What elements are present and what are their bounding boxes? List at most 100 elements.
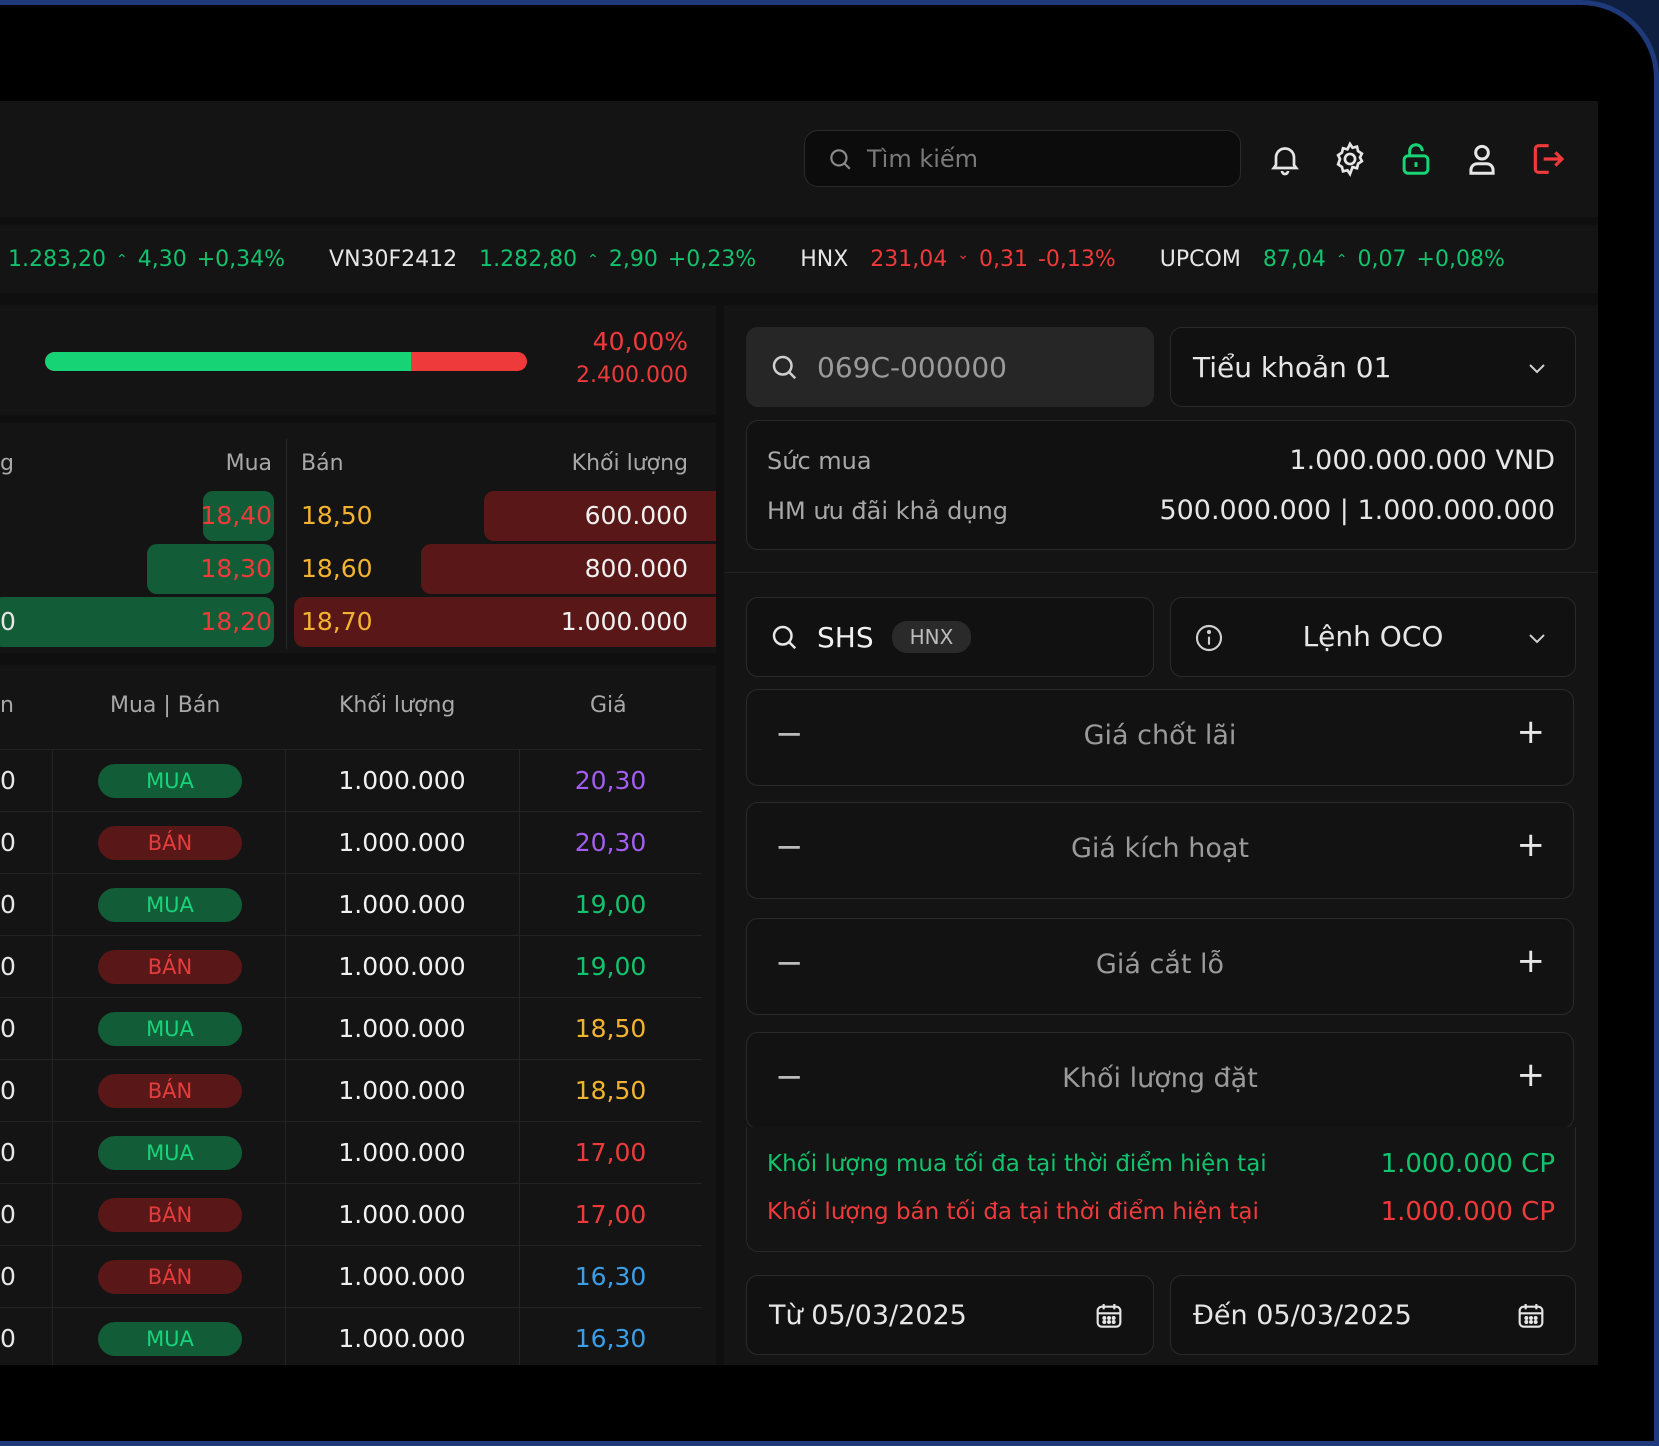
side-badge: BÁN xyxy=(98,1260,242,1294)
search-icon xyxy=(772,355,797,380)
account-id: 069C-000000 xyxy=(817,350,1007,384)
plus-icon[interactable]: + xyxy=(1517,1055,1546,1095)
ticker-item-vn[interactable]: 1.283,20 ⌃ 4,30 +0,34% xyxy=(8,247,295,272)
trade-price: 18,50 xyxy=(574,1076,647,1105)
ob-buy-price[interactable]: 18,20 xyxy=(196,607,272,636)
col-divider xyxy=(52,1184,53,1246)
order-book-row[interactable]: 18,30 18,60 800.000 xyxy=(0,544,716,594)
ob-sell-price[interactable]: 18,50 xyxy=(301,501,373,530)
plus-icon[interactable]: + xyxy=(1517,712,1546,752)
ticker-change: 4,30 xyxy=(137,246,187,272)
calendar-icon[interactable] xyxy=(1093,1300,1125,1332)
side-badge: MUA xyxy=(98,888,242,922)
trade-price: 16,30 xyxy=(574,1324,647,1353)
ticker-pct: -0,13% xyxy=(1037,246,1116,272)
calendar-icon[interactable] xyxy=(1515,1300,1547,1332)
ob-header-left: g xyxy=(0,451,14,476)
account-info-card: Sức mua 1.000.000.000 VND HM ưu đãi khả … xyxy=(746,420,1576,550)
ob-sell-price[interactable]: 18,70 xyxy=(301,607,373,636)
trade-volume: 1.000.000 xyxy=(338,890,466,919)
col-divider xyxy=(52,936,53,998)
unlock-icon[interactable] xyxy=(1394,137,1438,181)
trade-price: 20,30 xyxy=(574,766,647,795)
search-icon xyxy=(830,148,851,170)
stepper-label: Khối lượng đặt xyxy=(1062,1063,1258,1094)
trade-price: 16,30 xyxy=(574,1262,647,1291)
trade-price: 19,00 xyxy=(574,952,647,981)
ob-header-volume: Khối lượng xyxy=(571,451,688,476)
search-placeholder: Tìm kiếm xyxy=(867,144,979,173)
trade-time: 0 xyxy=(0,1138,16,1167)
plus-icon[interactable]: + xyxy=(1517,941,1546,981)
ticker-value: 1.283,20 xyxy=(8,246,106,272)
ratio-bar xyxy=(45,352,527,371)
table-row[interactable]: 0 MUA 1.000.000 18,50 xyxy=(0,997,702,1060)
divider xyxy=(724,572,1598,573)
ticker-name: UPCOM xyxy=(1159,246,1241,272)
table-row[interactable]: 0 MUA 1.000.000 19,00 xyxy=(0,873,702,936)
chevron-down-icon xyxy=(1529,634,1545,644)
ob-header-buy: Mua xyxy=(225,451,272,476)
sub-account-select[interactable]: Tiểu khoản 01 xyxy=(1170,327,1576,407)
table-row[interactable]: 0 MUA 1.000.000 17,00 xyxy=(0,1121,702,1184)
bell-icon[interactable] xyxy=(1263,137,1307,181)
order-type-select[interactable]: Lệnh OCO xyxy=(1170,597,1576,677)
trade-time: 0 xyxy=(0,1262,16,1291)
down-arrow-icon: ⌄ xyxy=(957,246,969,263)
symbol-input[interactable]: SHS HNX xyxy=(746,597,1154,677)
ob-header-sell: Bán xyxy=(301,451,344,476)
side-badge: BÁN xyxy=(98,1198,242,1232)
trade-time: 0 xyxy=(0,1014,16,1043)
up-arrow-icon: ⌃ xyxy=(115,251,128,268)
table-row[interactable]: 0 BÁN 1.000.000 16,30 xyxy=(0,1245,702,1308)
th-time: n xyxy=(0,693,14,718)
order-book-row[interactable]: 18,40 18,50 600.000 xyxy=(0,491,716,541)
symbol-value: SHS xyxy=(817,620,874,654)
trade-time: 0 xyxy=(0,1076,16,1105)
table-row[interactable]: 0 BÁN 1.000.000 17,00 xyxy=(0,1183,702,1246)
ticker-change: 0,31 xyxy=(978,246,1028,272)
ob-buy-price[interactable]: 18,40 xyxy=(196,501,272,530)
gear-icon[interactable] xyxy=(1328,137,1372,181)
ticker-item-vn30f[interactable]: VN30F2412 1.282,80 ⌃ 2,90 +0,23% xyxy=(329,247,766,272)
from-date-value: Từ 05/03/2025 xyxy=(769,1299,967,1331)
stepper-field[interactable]: − Giá cắt lỗ + xyxy=(746,918,1574,1015)
table-row[interactable]: 0 MUA 1.000.000 16,30 xyxy=(0,1307,702,1365)
trade-volume: 1.000.000 xyxy=(338,1076,466,1105)
search-input[interactable]: Tìm kiếm xyxy=(804,130,1241,187)
order-book-row[interactable]: 0 18,20 18,70 1.000.000 xyxy=(0,597,716,647)
stepper-field[interactable]: − Khối lượng đặt + xyxy=(746,1032,1574,1129)
top-header: Tìm kiếm xyxy=(0,101,1598,217)
to-date-value: Đến 05/03/2025 xyxy=(1193,1299,1412,1331)
side-badge: BÁN xyxy=(98,826,242,860)
order-book: g Mua Bán Khối lượng 18,40 18,50 600.000 18… xyxy=(0,423,716,653)
ob-volume: 800.000 xyxy=(584,554,688,583)
user-icon[interactable] xyxy=(1460,137,1504,181)
ticker-change: 2,90 xyxy=(608,246,658,272)
ticker-pct: +0,23% xyxy=(667,246,757,272)
limit-value: 500.000.000 | 1.000.000.000 xyxy=(1159,495,1555,526)
table-row[interactable]: 0 BÁN 1.000.000 18,50 xyxy=(0,1059,702,1122)
table-row[interactable]: 0 BÁN 1.000.000 20,30 xyxy=(0,811,702,874)
to-date-input[interactable]: Đến 05/03/2025 xyxy=(1170,1275,1576,1355)
account-search-input[interactable]: 069C-000000 xyxy=(746,327,1154,407)
trade-volume: 1.000.000 xyxy=(338,828,466,857)
search-icon xyxy=(772,625,797,650)
plus-icon[interactable]: + xyxy=(1517,825,1546,865)
ob-sell-price[interactable]: 18,60 xyxy=(301,554,373,583)
stepper-field[interactable]: − Giá kích hoạt + xyxy=(746,802,1574,899)
ticker-item-upcom[interactable]: UPCOM 87,04 ⌃ 0,07 +0,08% xyxy=(1160,247,1515,272)
trade-history: n Mua | Bán Khối lượng Giá 0 MUA 1.000.000… xyxy=(0,665,716,1365)
index-ticker: 1.283,20 ⌃ 4,30 +0,34% VN30F2412 1.282,8… xyxy=(0,225,1598,293)
logout-icon[interactable] xyxy=(1525,137,1569,181)
table-row[interactable]: 0 MUA 1.000.000 20,30 xyxy=(0,749,702,812)
ob-buy-price[interactable]: 18,30 xyxy=(196,554,272,583)
stepper-field[interactable]: − Giá chốt lãi + xyxy=(746,689,1574,786)
from-date-input[interactable]: Từ 05/03/2025 xyxy=(746,1275,1154,1355)
ticker-item-hnx[interactable]: HNX 231,04 ⌄ 0,31 -0,13% xyxy=(800,247,1126,272)
trade-volume: 1.000.000 xyxy=(338,1200,466,1229)
trade-volume: 1.000.000 xyxy=(338,1324,466,1353)
ob-volume: 600.000 xyxy=(584,501,688,530)
table-row[interactable]: 0 BÁN 1.000.000 19,00 xyxy=(0,935,702,998)
trade-price: 17,00 xyxy=(574,1200,647,1229)
